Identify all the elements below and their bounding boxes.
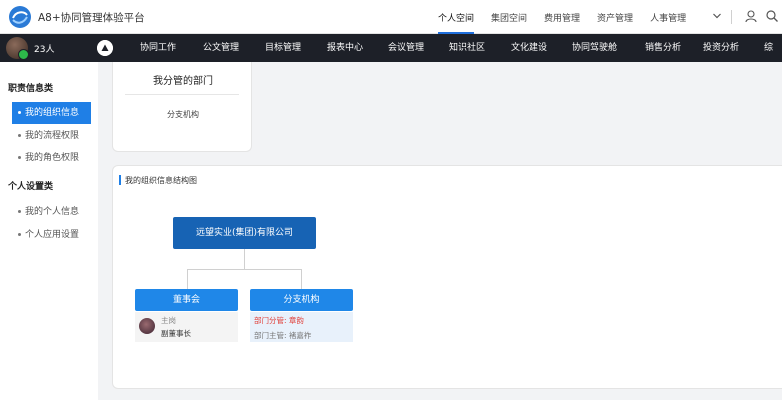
bullet-icon	[18, 233, 21, 236]
dept-deputy-manager[interactable]: 部门分管: 章韵	[254, 315, 304, 326]
nav-item-sales[interactable]: 销售分析	[645, 34, 703, 62]
managed-department-item[interactable]: 分支机构	[113, 109, 253, 120]
org-structure-card: 我的组织信息结构图 远望实业(集团)有限公司 董事会 主岗 副董事长 分支机构 …	[112, 165, 782, 389]
nav-menu: 协同工作 公文管理 目标管理 报表中心 会议管理 知识社区 文化建设 协同驾驶舱…	[140, 34, 782, 62]
nav-item-goals[interactable]: 目标管理	[265, 34, 327, 62]
chevron-down-icon[interactable]	[712, 11, 722, 21]
connector-line	[187, 269, 188, 289]
tab-asset-management[interactable]: 资产管理	[597, 0, 633, 34]
org-structure-title: 我的组织信息结构图	[125, 176, 197, 185]
tab-hr-management[interactable]: 人事管理	[650, 0, 686, 34]
bullet-icon	[18, 210, 21, 213]
main-navbar: 23人 协同工作 公文管理 目标管理 报表中心 会议管理 知识社区 文化建设 协…	[0, 34, 782, 62]
sidebar-item-label: 我的流程权限	[25, 131, 80, 141]
connector-line	[244, 249, 245, 269]
online-user-count[interactable]: 23人	[34, 42, 54, 55]
sidebar-item-my-role-perms[interactable]: 我的角色权限	[12, 147, 91, 169]
top-header: A8+协同管理体验平台 个人空间 集团空间 费用管理 资产管理 人事管理	[0, 0, 782, 34]
dept-manager[interactable]: 部门主管: 褚嘉祚	[254, 330, 311, 341]
home-icon[interactable]	[97, 40, 113, 56]
tab-expense-management[interactable]: 费用管理	[544, 0, 580, 34]
sidebar-item-label: 我的组织信息	[25, 108, 80, 118]
search-icon[interactable]	[765, 9, 779, 23]
sidebar-item-my-org-info[interactable]: 我的组织信息	[12, 102, 91, 124]
org-node-board-members: 主岗 副董事长	[135, 312, 238, 342]
nav-item-knowledge[interactable]: 知识社区	[449, 34, 511, 62]
section-marker	[119, 175, 121, 185]
sidebar-item-my-workflow-perms[interactable]: 我的流程权限	[12, 125, 91, 147]
app-logo-icon[interactable]	[8, 5, 32, 29]
sidebar-item-label: 个人应用设置	[25, 230, 80, 240]
header-divider	[731, 10, 732, 24]
avatar[interactable]	[139, 318, 155, 334]
member-role: 主岗	[161, 316, 176, 325]
managed-departments-title: 我分管的部门	[153, 76, 213, 87]
connector-line	[301, 269, 302, 289]
nav-item-more[interactable]: 综	[764, 34, 782, 62]
sidebar-item-label: 我的角色权限	[25, 153, 80, 163]
sidebar-section-duty: 职责信息类	[8, 84, 54, 94]
nav-item-documents[interactable]: 公文管理	[203, 34, 265, 62]
sidebar-section-personal: 个人设置类	[8, 182, 54, 192]
nav-item-meetings[interactable]: 会议管理	[388, 34, 449, 62]
nav-item-investment[interactable]: 投资分析	[703, 34, 764, 62]
nav-item-reports[interactable]: 报表中心	[327, 34, 388, 62]
tab-personal-space[interactable]: 个人空间	[438, 0, 475, 34]
connector-line	[187, 269, 301, 270]
bullet-icon	[18, 156, 21, 159]
nav-item-cockpit[interactable]: 协同驾驶舱	[572, 34, 645, 62]
org-root-node[interactable]: 远望实业(集团)有限公司	[173, 217, 316, 249]
nav-item-culture[interactable]: 文化建设	[511, 34, 572, 62]
org-node-branch[interactable]: 分支机构	[250, 289, 353, 311]
nav-item-collaboration[interactable]: 协同工作	[140, 34, 203, 62]
app-title: A8+协同管理体验平台	[38, 12, 145, 24]
org-node-branch-members: 部门分管: 章韵 部门主管: 褚嘉祚	[250, 312, 353, 342]
sidebar-item-my-personal-info[interactable]: 我的个人信息	[12, 201, 91, 223]
bullet-icon	[18, 111, 21, 114]
user-settings-icon[interactable]	[744, 9, 758, 23]
org-node-board[interactable]: 董事会	[135, 289, 238, 311]
sidebar: 职责信息类 我的组织信息 我的流程权限 我的角色权限 个人设置类 我的个人信息 …	[0, 62, 98, 400]
member-name[interactable]: 副董事长	[161, 328, 191, 339]
managed-departments-card: 我分管的部门 分支机构	[112, 62, 252, 152]
sidebar-item-label: 我的个人信息	[25, 207, 80, 217]
bullet-icon	[18, 134, 21, 137]
online-status-icon	[18, 49, 29, 60]
card-divider	[125, 94, 239, 95]
tab-group-space[interactable]: 集团空间	[491, 0, 527, 34]
sidebar-item-app-settings[interactable]: 个人应用设置	[12, 224, 91, 246]
top-tabs: 个人空间 集团空间 费用管理 资产管理 人事管理	[438, 0, 703, 34]
